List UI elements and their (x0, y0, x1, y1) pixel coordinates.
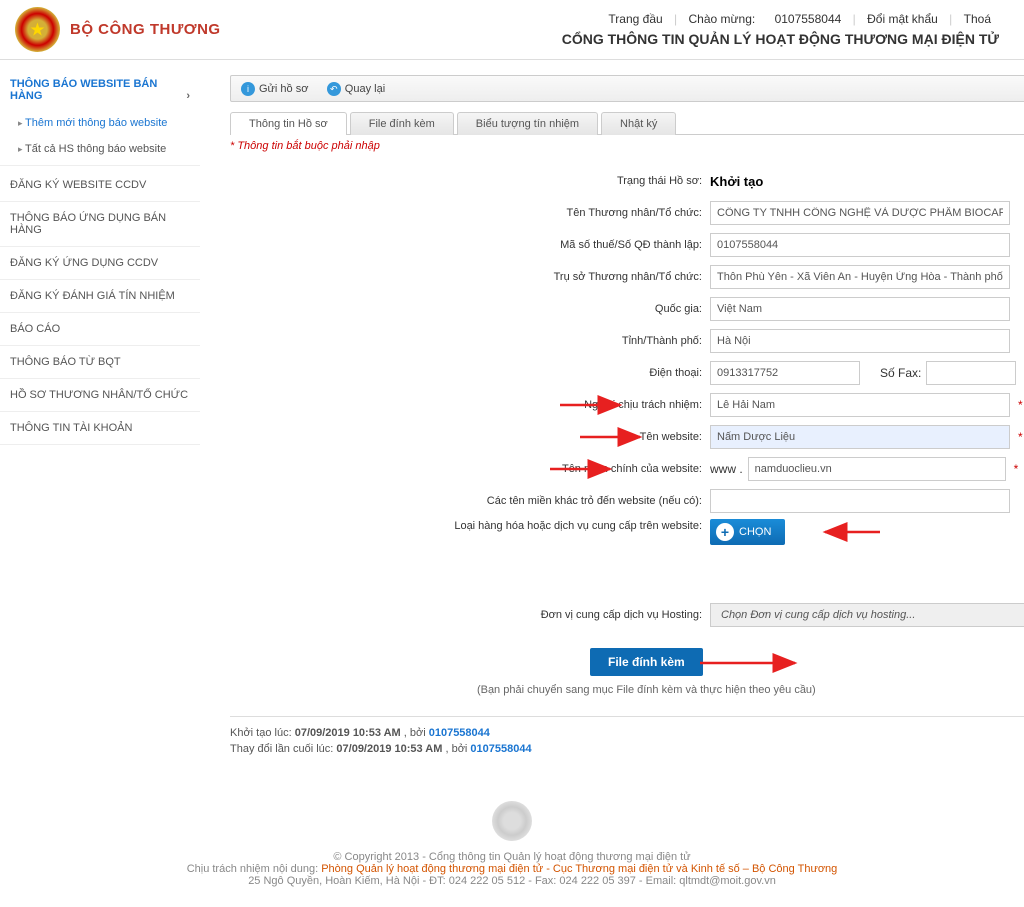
hq-input[interactable] (710, 265, 1010, 289)
choose-label: CHỌN (739, 526, 771, 538)
logo-section: BỘ CÔNG THƯƠNG (15, 7, 221, 52)
hosting-label: Đơn vị cung cấp dịch vụ Hosting: (230, 609, 710, 621)
created-user[interactable]: 0107558044 (429, 727, 490, 739)
domain-prefix: www . (710, 462, 743, 476)
top-nav: Trang đầu | Chào mừng: 0107558044 | Đổi … (562, 12, 1009, 26)
arrow-annotation-icon (700, 651, 810, 675)
other-domains-input[interactable] (710, 489, 1010, 513)
modified-time: 07/09/2019 10:53 AM (336, 743, 442, 755)
separator: | (949, 12, 952, 26)
status-value: Khởi tạo (710, 174, 763, 189)
send-label: Gửi hồ sơ (259, 83, 308, 95)
portal-title: CỔNG THÔNG TIN QUẢN LÝ HOẠT ĐỘNG THƯƠNG … (562, 31, 1009, 47)
back-label: Quay lại (345, 83, 385, 95)
site-name-input[interactable] (710, 425, 1010, 449)
modified-user[interactable]: 0107558044 (470, 743, 531, 755)
send-profile-button[interactable]: i Gửi hồ sơ (241, 82, 308, 96)
tabs: Thông tin Hồ sơ File đính kèm Biểu tượng… (230, 112, 1024, 135)
footer-line2a: Chịu trách nhiệm nội dung: (187, 863, 322, 875)
sidebar-section-header[interactable]: THÔNG BÁO WEBSITE BÁN HÀNG › (0, 70, 200, 110)
main-content: i Gửi hồ sơ ↶ Quay lại Thông tin Hồ sơ F… (200, 60, 1024, 780)
toolbar: i Gửi hồ sơ ↶ Quay lại (230, 75, 1024, 102)
brand-name: BỘ CÔNG THƯƠNG (70, 21, 221, 38)
sidebar-item-reports[interactable]: BÁO CÁO (0, 313, 200, 346)
merchant-input[interactable] (710, 201, 1010, 225)
fax-input[interactable] (926, 361, 1016, 385)
created-label: Khởi tạo lúc: (230, 727, 292, 739)
required-star: * (1014, 462, 1019, 476)
footer-copyright: © Copyright 2013 - Cổng thông tin Quản l… (0, 851, 1024, 863)
tax-label: Mã số thuế/Số QĐ thành lập: (230, 239, 710, 251)
tax-input[interactable] (710, 233, 1010, 257)
meta-info: Khởi tạo lúc: 07/09/2019 10:53 AM , bởi … (230, 716, 1024, 765)
site-name-label: Tên website: (230, 431, 710, 443)
back-button[interactable]: ↶ Quay lại (327, 82, 385, 96)
tab-profile-info[interactable]: Thông tin Hồ sơ (230, 112, 347, 135)
modified-label: Thay đổi lần cuối lúc: (230, 743, 333, 755)
sidebar-item-add-notice[interactable]: Thêm mới thông báo website (0, 110, 200, 136)
separator: | (853, 12, 856, 26)
province-label: Tỉnh/Thành phố: (230, 335, 710, 347)
required-star: * (1018, 398, 1023, 412)
header-right: Trang đầu | Chào mừng: 0107558044 | Đổi … (562, 12, 1009, 47)
sidebar-item-all-notices[interactable]: Tất cả HS thông báo website (0, 136, 200, 162)
country-label: Quốc gia: (230, 303, 710, 315)
back-icon: ↶ (327, 82, 341, 96)
footer-line2b: Phòng Quản lý hoạt động thương mại điện … (321, 863, 837, 875)
footer: © Copyright 2013 - Cổng thông tin Quản l… (0, 780, 1024, 907)
responsible-input[interactable] (710, 393, 1010, 417)
by-label: , bởi (404, 727, 426, 739)
tab-log[interactable]: Nhật ký (601, 112, 676, 135)
domain-input[interactable] (748, 457, 1006, 481)
sidebar: THÔNG BÁO WEBSITE BÁN HÀNG › Thêm mới th… (0, 60, 200, 780)
phone-input[interactable] (710, 361, 860, 385)
emblem-icon (15, 7, 60, 52)
created-time: 07/09/2019 10:53 AM (295, 727, 401, 739)
hq-label: Trụ sở Thương nhân/Tổ chức: (230, 271, 710, 283)
form: Trạng thái Hồ sơ: Khởi tạo Tên Thương nh… (230, 157, 1024, 716)
hint-text: (Bạn phải chuyển sang mục File đính kèm … (230, 681, 1024, 706)
plus-icon: + (716, 523, 734, 541)
sidebar-section-title: THÔNG BÁO WEBSITE BÁN HÀNG (10, 78, 157, 102)
sidebar-item-app-ccdv[interactable]: ĐĂNG KÝ ỨNG DỤNG CCDV (0, 247, 200, 280)
sidebar-item-merchant-profile[interactable]: HỒ SƠ THƯƠNG NHÂN/TỔ CHỨC (0, 379, 200, 412)
country-input[interactable] (710, 297, 1010, 321)
info-icon: i (241, 82, 255, 96)
required-note: * Thông tin bắt buộc phải nhập (230, 135, 1024, 157)
arrow-annotation-icon (820, 520, 930, 544)
footer-emblem-icon (492, 801, 532, 841)
other-domains-label: Các tên miền khác trỏ đến website (nếu c… (230, 495, 710, 507)
sidebar-item-app-notice[interactable]: THÔNG BÁO ỨNG DỤNG BÁN HÀNG (0, 202, 200, 247)
file-attach-button[interactable]: File đính kèm (590, 648, 703, 676)
tab-attachments[interactable]: File đính kèm (350, 112, 454, 135)
choose-goods-button[interactable]: + CHỌN (710, 519, 785, 545)
responsible-label: Người chịu trách nhiệm: (230, 399, 710, 411)
footer-line3: 25 Ngô Quyền, Hoàn Kiếm, Hà Nội - ĐT: 02… (0, 875, 1024, 887)
goods-label: Loại hàng hóa hoặc dịch vụ cung cấp trên… (230, 519, 710, 534)
sidebar-item-admin-notice[interactable]: THÔNG BÁO TỪ BQT (0, 346, 200, 379)
phone-label: Điện thoại: (230, 367, 710, 379)
sidebar-item-account-info[interactable]: THÔNG TIN TÀI KHOẢN (0, 412, 200, 445)
hosting-select[interactable]: Chọn Đơn vị cung cấp dịch vụ hosting... (710, 603, 1024, 627)
merchant-label: Tên Thương nhân/Tổ chức: (230, 207, 710, 219)
domain-label: Tên miền chính của website: (230, 463, 710, 475)
tab-trust-badge[interactable]: Biểu tượng tín nhiệm (457, 112, 598, 135)
nav-welcome-user: 0107558044 (775, 12, 842, 26)
chevron-right-icon: › (186, 90, 190, 102)
header: BỘ CÔNG THƯƠNG Trang đầu | Chào mừng: 01… (0, 0, 1024, 60)
nav-welcome-label: Chào mừng: (688, 12, 755, 26)
separator: | (674, 12, 677, 26)
province-input[interactable] (710, 329, 1010, 353)
sidebar-item-register-ccdv[interactable]: ĐĂNG KÝ WEBSITE CCDV (0, 169, 200, 202)
status-label: Trạng thái Hồ sơ: (230, 175, 710, 187)
sidebar-item-trust-rating[interactable]: ĐĂNG KÝ ĐÁNH GIÁ TÍN NHIỆM (0, 280, 200, 313)
nav-change-password[interactable]: Đổi mật khẩu (867, 12, 938, 26)
fax-label: Số Fax: (880, 366, 921, 380)
nav-logout[interactable]: Thoá (964, 12, 991, 26)
required-star: * (1018, 430, 1023, 444)
nav-home[interactable]: Trang đầu (608, 12, 662, 26)
by-label: , bởi (445, 743, 467, 755)
